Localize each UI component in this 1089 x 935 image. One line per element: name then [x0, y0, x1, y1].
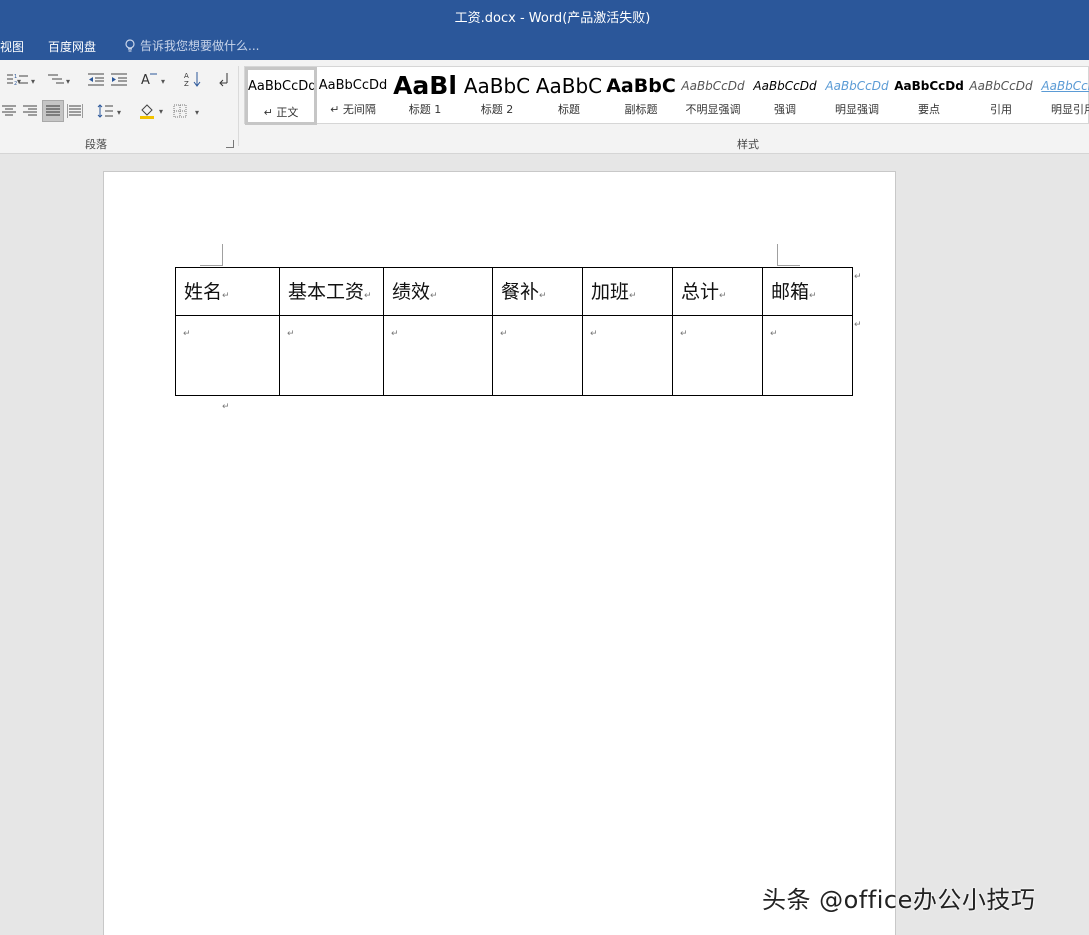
- watermark: 头条 @office办公小技巧: [762, 886, 1036, 914]
- borders-icon: ▾: [173, 104, 199, 118]
- decrease-indent-button[interactable]: [86, 68, 108, 90]
- style-strong[interactable]: AaBbCcDd 要点: [893, 67, 965, 125]
- tab-baidu-netdisk[interactable]: 百度网盘: [48, 38, 96, 55]
- svg-text:A: A: [184, 72, 189, 80]
- table-cell[interactable]: ↵: [383, 315, 493, 396]
- line-spacing-icon: ▾: [97, 104, 121, 118]
- title-bar: 工资.docx - Word(产品激活失败): [0, 0, 1089, 32]
- justify-icon: [46, 105, 60, 116]
- table-cell[interactable]: ↵: [762, 315, 853, 396]
- multilevel-list-button[interactable]: ▾: [46, 68, 76, 90]
- align-center-icon: [2, 105, 16, 116]
- table-cell[interactable]: ↵: [279, 315, 384, 396]
- style-subtitle[interactable]: AaBbC 副标题: [605, 67, 677, 125]
- svg-text:▾: ▾: [31, 77, 35, 86]
- crop-mark: [222, 244, 223, 266]
- svg-text:1: 1: [14, 74, 17, 80]
- increase-indent-button[interactable]: [109, 68, 131, 90]
- align-right-icon: [23, 105, 37, 116]
- justify-button[interactable]: [42, 100, 64, 122]
- table-cell[interactable]: ↵: [672, 315, 763, 396]
- svg-text:Z: Z: [184, 80, 189, 87]
- table-header-cell[interactable]: 餐补↵: [492, 267, 583, 316]
- table-header-cell[interactable]: 姓名↵: [175, 267, 280, 316]
- align-right-button[interactable]: [20, 100, 40, 122]
- table-cell[interactable]: ↵: [582, 315, 673, 396]
- table-row: ↵ ↵ ↵ ↵ ↵ ↵ ↵: [175, 315, 853, 396]
- decrease-indent-icon: [88, 73, 104, 86]
- line-spacing-button[interactable]: ▾: [96, 100, 126, 122]
- svg-text:▾: ▾: [159, 107, 163, 116]
- style-intense-emphasis[interactable]: AaBbCcDd 明显强调: [821, 67, 893, 125]
- svg-text:2: 2: [14, 81, 17, 86]
- document-area: 姓名↵ 基本工资↵ 绩效↵ 餐补↵ 加班↵ 总计↵ 邮箱↵ ↵ ↵ ↵ ↵ ↵ …: [0, 155, 1089, 935]
- table-header-row: 姓名↵ 基本工资↵ 绩效↵ 餐补↵ 加班↵ 总计↵ 邮箱↵: [175, 267, 853, 316]
- styles-group-label: 样式: [737, 138, 759, 151]
- numbering-icon: 12 ▾: [14, 74, 35, 86]
- sort-button[interactable]: AZ: [182, 68, 204, 90]
- distributed-icon: [67, 104, 83, 118]
- numbering-button[interactable]: 1 2 ▾: [12, 68, 42, 90]
- table-cell[interactable]: ↵: [492, 315, 583, 396]
- tab-view[interactable]: 视图: [0, 38, 24, 55]
- style-intense-quote[interactable]: AaBbCcDd 明显引用: [1037, 67, 1089, 125]
- paint-bucket-icon: ▾: [140, 104, 163, 119]
- crop-mark: [777, 244, 778, 266]
- lightbulb-icon: [124, 38, 136, 53]
- sort-icon: AZ: [184, 72, 201, 87]
- paragraph-group-label: 段落: [85, 138, 107, 151]
- ribbon: ▾ 1 2 ▾ ▾ A ▾ AZ ▾ ▾ ▾ 段落 AaBbCcDd ↵ 正文 …: [0, 60, 1089, 154]
- multilevel-list-icon: ▾: [48, 74, 70, 86]
- salary-table[interactable]: 姓名↵ 基本工资↵ 绩效↵ 餐补↵ 加班↵ 总计↵ 邮箱↵ ↵ ↵ ↵ ↵ ↵ …: [175, 267, 853, 396]
- svg-text:▾: ▾: [161, 77, 165, 86]
- style-heading-1[interactable]: AaBl 标题 1: [389, 67, 461, 125]
- chinese-layout-icon: A ▾: [141, 73, 165, 87]
- document-page[interactable]: 姓名↵ 基本工资↵ 绩效↵ 餐补↵ 加班↵ 总计↵ 邮箱↵ ↵ ↵ ↵ ↵ ↵ …: [103, 171, 896, 935]
- show-marks-button[interactable]: [212, 68, 234, 90]
- svg-text:A: A: [141, 73, 150, 87]
- align-center-button[interactable]: [0, 100, 18, 122]
- styles-gallery: AaBbCcDd ↵ 正文 AaBbCcDd ↵ 无间隔 AaBl 标题 1 A…: [244, 66, 1089, 125]
- table-header-cell[interactable]: 邮箱↵: [762, 267, 853, 316]
- paragraph-mark-icon: [219, 73, 228, 87]
- menu-bar: 视图 百度网盘 告诉我您想要做什么...: [0, 32, 1089, 60]
- paragraph-mark: ↵: [222, 402, 230, 412]
- chinese-layout-button[interactable]: A ▾: [140, 68, 170, 90]
- shading-button[interactable]: ▾: [138, 100, 170, 122]
- increase-indent-icon: [111, 73, 127, 86]
- end-of-row-mark: ↵: [854, 320, 862, 330]
- tell-me-search[interactable]: 告诉我您想要做什么...: [124, 37, 259, 54]
- table-header-cell[interactable]: 总计↵: [672, 267, 763, 316]
- tell-me-text: 告诉我您想要做什么...: [140, 39, 260, 53]
- table-header-cell[interactable]: 加班↵: [582, 267, 673, 316]
- style-heading-2[interactable]: AaBbC 标题 2: [461, 67, 533, 125]
- end-of-row-mark: ↵: [854, 272, 862, 282]
- window-title: 工资.docx - Word(产品激活失败): [454, 10, 651, 26]
- style-normal[interactable]: AaBbCcDd ↵ 正文: [245, 67, 317, 125]
- style-no-spacing[interactable]: AaBbCcDd ↵ 无间隔: [317, 67, 389, 125]
- table-header-cell[interactable]: 绩效↵: [383, 267, 493, 316]
- paragraph-dialog-launcher[interactable]: [226, 140, 234, 148]
- ribbon-divider: [238, 66, 239, 146]
- borders-button[interactable]: ▾: [172, 100, 204, 122]
- distributed-button[interactable]: [65, 100, 85, 122]
- style-emphasis[interactable]: AaBbCcDd 强调: [749, 67, 821, 125]
- style-quote[interactable]: AaBbCcDd 引用: [965, 67, 1037, 125]
- table-cell[interactable]: ↵: [175, 315, 280, 396]
- style-title[interactable]: AaBbC 标题: [533, 67, 605, 125]
- svg-text:▾: ▾: [66, 77, 70, 86]
- svg-text:▾: ▾: [117, 108, 121, 117]
- crop-mark: [778, 265, 800, 266]
- svg-text:▾: ▾: [195, 108, 199, 117]
- style-subtle-emphasis[interactable]: AaBbCcDd 不明显强调: [677, 67, 749, 125]
- table-header-cell[interactable]: 基本工资↵: [279, 267, 384, 316]
- crop-mark: [200, 265, 222, 266]
